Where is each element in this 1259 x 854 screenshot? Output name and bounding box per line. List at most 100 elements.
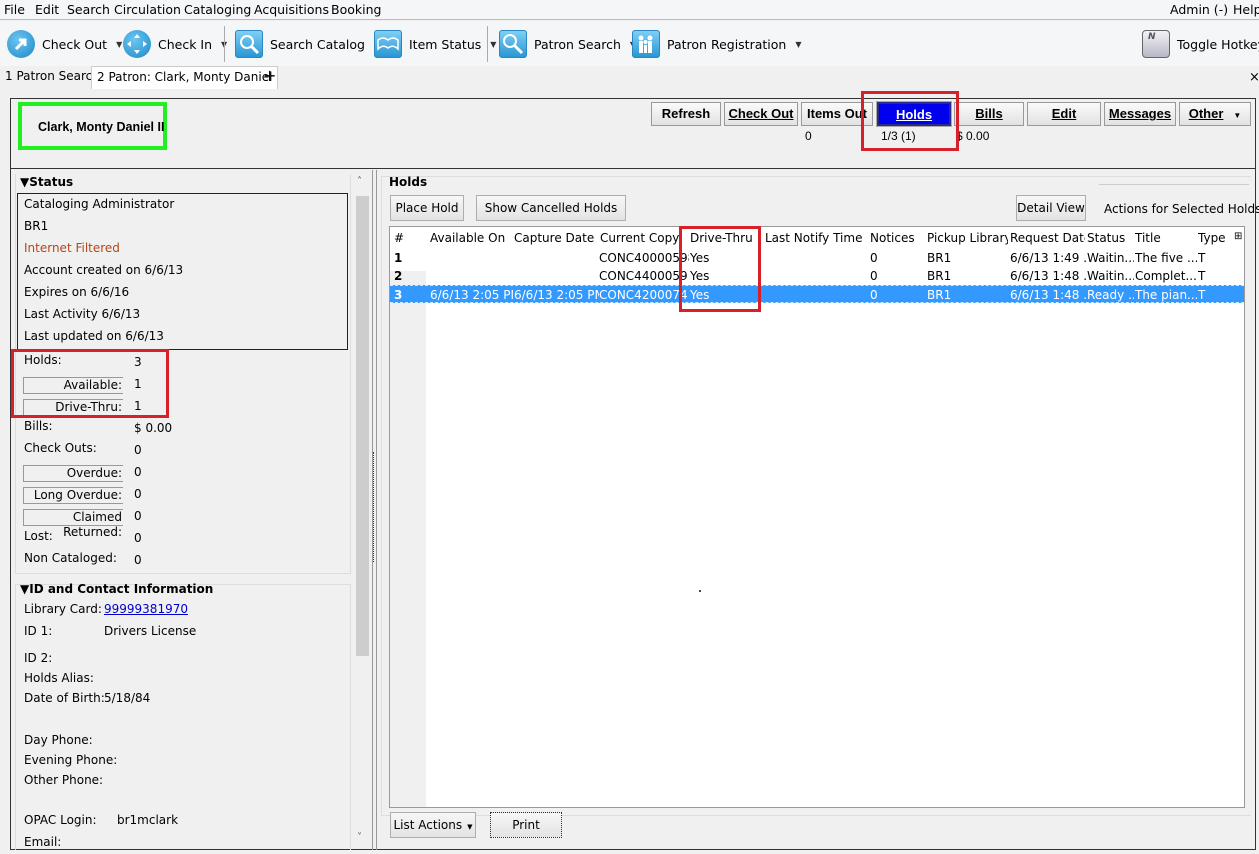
menu-acquisitions[interactable]: Acquisitions <box>254 2 329 17</box>
items-out-button[interactable]: Items Out <box>801 102 873 126</box>
table-row[interactable]: 3 6/6/13 2:05 PM 6/6/13 2:05 PM CONC4200074… <box>390 285 1244 303</box>
count-value: 0 <box>134 443 142 457</box>
dropdown-arrow-icon: ▼ <box>467 823 473 831</box>
column-header[interactable]: Status <box>1087 231 1133 245</box>
menu-search[interactable]: Search <box>67 2 110 17</box>
cell-type: T <box>1198 288 1206 302</box>
toggle-hotkeys-button[interactable]: N Toggle Hotkeys <box>1142 28 1259 60</box>
tab-bar: 1 Patron Search 2 Patron: Clark, Monty D… <box>0 66 1259 90</box>
patron-search-button[interactable]: Patron Search ▼ <box>499 28 636 60</box>
column-header[interactable]: Type <box>1198 231 1236 245</box>
dropdown-arrow-icon[interactable]: ▼ <box>116 40 122 49</box>
count-label: Non Cataloged: <box>24 551 117 565</box>
list-actions-button[interactable]: List Actions ▼ <box>390 812 476 838</box>
search-catalog-button[interactable]: Search Catalog ▼ <box>235 28 380 60</box>
patron-name-highlight: Clark, Monty Daniel II <box>18 102 167 150</box>
menu-help[interactable]: Help <box>1233 2 1259 17</box>
cell-available-on: 6/6/13 2:05 PM <box>430 288 513 302</box>
toggle-hotkeys-label: Toggle Hotkeys <box>1177 36 1259 52</box>
check-in-button[interactable]: Check In ▼ <box>123 28 227 60</box>
library-card-link[interactable]: 99999381970 <box>104 602 188 616</box>
cell-pickup: BR1 <box>927 288 952 302</box>
count-label: Holds: <box>24 353 62 367</box>
left-pane-scrollbar[interactable]: ˄ ˅ <box>354 176 370 848</box>
cell-current-copy: CONC40000598 <box>599 251 689 265</box>
menu-booking[interactable]: Booking <box>331 2 381 17</box>
print-button[interactable]: Print <box>490 812 562 838</box>
menu-file[interactable]: File <box>4 2 25 17</box>
count-label-button[interactable]: Long Overdue: <box>23 487 123 504</box>
column-header[interactable]: Current Copy <box>600 231 688 245</box>
contact-section-toggle[interactable]: ▼ID and Contact Information <box>20 582 213 596</box>
item-status-button[interactable]: Item Status ▼ <box>374 28 496 60</box>
menu-edit[interactable]: Edit <box>35 2 59 17</box>
count-value: 1 <box>134 377 142 391</box>
menu-bar: File Edit Search Circulation Cataloging … <box>0 0 1259 20</box>
scroll-up-icon[interactable]: ˄ <box>357 176 362 187</box>
place-hold-button[interactable]: Place Hold <box>390 195 464 221</box>
scroll-down-icon[interactable]: ˅ <box>357 832 362 843</box>
refresh-button[interactable]: Refresh <box>651 102 721 126</box>
items-out-count: 0 <box>805 129 812 143</box>
contact-field-label: Other Phone: <box>24 773 104 787</box>
status-section-toggle[interactable]: ▼Status <box>20 175 73 189</box>
patron-registration-label: Patron Registration <box>667 36 787 52</box>
menu-circulation[interactable]: Circulation <box>114 2 181 17</box>
column-header[interactable]: Last Notify Time <box>765 231 868 245</box>
show-cancelled-holds-button[interactable]: Show Cancelled Holds <box>476 195 626 221</box>
count-label-button[interactable]: Available: <box>23 377 123 394</box>
table-row[interactable]: 2 CONC4400059Yes 0 BR1 6/6/13 1:48 ...Waitin… <box>390 267 1244 285</box>
pane-splitter[interactable] <box>372 170 377 850</box>
table-row[interactable]: 1 CONC40000598Yes 0 BR1 6/6/13 1:49 ...Waiti… <box>390 249 1244 267</box>
count-label-button[interactable]: Drive-Thru: <box>23 399 123 416</box>
tab-patron-clark[interactable]: 2 Patron: Clark, Monty Daniel <box>91 66 279 89</box>
other-button[interactable]: Other ▼ <box>1179 102 1251 126</box>
collapse-triangle-icon: ▼ <box>20 582 30 596</box>
detail-view-button[interactable]: Detail View <box>1016 195 1086 221</box>
column-header[interactable]: Notices <box>870 231 925 245</box>
check-in-label: Check In <box>158 36 213 52</box>
check-out-tab-button[interactable]: Check Out <box>724 102 798 126</box>
bills-button[interactable]: Bills <box>954 102 1024 126</box>
holds-button[interactable]: Holds <box>876 101 952 127</box>
patron-registration-button[interactable]: Patron Registration ▼ <box>632 28 801 60</box>
edit-button[interactable]: Edit <box>1027 102 1101 126</box>
dropdown-arrow-icon[interactable]: ▼ <box>795 40 801 49</box>
add-tab-button[interactable]: + <box>258 66 281 89</box>
check-out-button[interactable]: Check Out ▼ <box>7 28 122 60</box>
column-header[interactable]: Drive-Thru <box>690 231 763 245</box>
cell-status: Ready ... <box>1087 288 1134 302</box>
messages-button[interactable]: Messages <box>1104 102 1176 126</box>
count-label-button[interactable]: Overdue: <box>23 465 123 482</box>
column-picker-icon[interactable]: ⊞ <box>1234 231 1242 242</box>
count-value: 0 <box>134 531 142 545</box>
cell-current-copy: CONC4400059 <box>599 269 688 283</box>
column-header[interactable]: Request Date <box>1010 231 1085 245</box>
check-in-icon <box>123 30 151 58</box>
cell-notices: 0 <box>870 269 878 283</box>
column-header[interactable]: Available On <box>430 231 512 245</box>
column-header[interactable]: Pickup Library <box>927 231 1008 245</box>
close-tab-icon[interactable]: × <box>1244 66 1259 89</box>
cell-status: Waitin... <box>1087 269 1134 283</box>
actions-selected-tab[interactable]: Actions for Selected Holds <box>1099 184 1259 220</box>
menu-cataloging[interactable]: Cataloging <box>184 2 251 17</box>
count-label-button[interactable]: Claimed Returned: <box>23 509 123 539</box>
count-value: 0 <box>134 487 142 501</box>
scrollbar-thumb[interactable] <box>356 196 369 656</box>
cell-num: 2 <box>394 269 403 283</box>
column-header[interactable]: Capture Date <box>514 231 598 245</box>
holds-table: # Available On Capture Date Current Copy Dri… <box>389 226 1245 808</box>
column-header[interactable]: # <box>394 231 428 245</box>
patron-search-icon <box>499 30 527 58</box>
cell-notices: 0 <box>870 251 878 265</box>
check-out-label: Check Out <box>42 36 108 52</box>
actions-selected-label: Actions for Selected Holds <box>1104 202 1259 216</box>
cell-title: The pian... <box>1135 288 1197 302</box>
search-catalog-label: Search Catalog <box>270 36 365 52</box>
dropdown-arrow-icon[interactable]: ▼ <box>490 40 496 49</box>
user-menu[interactable]: Admin (-) <box>1170 2 1228 17</box>
column-header[interactable]: Title <box>1135 231 1196 245</box>
splitter-grip[interactable] <box>373 452 376 562</box>
tab-patron-search[interactable]: 1 Patron Search <box>0 66 105 89</box>
